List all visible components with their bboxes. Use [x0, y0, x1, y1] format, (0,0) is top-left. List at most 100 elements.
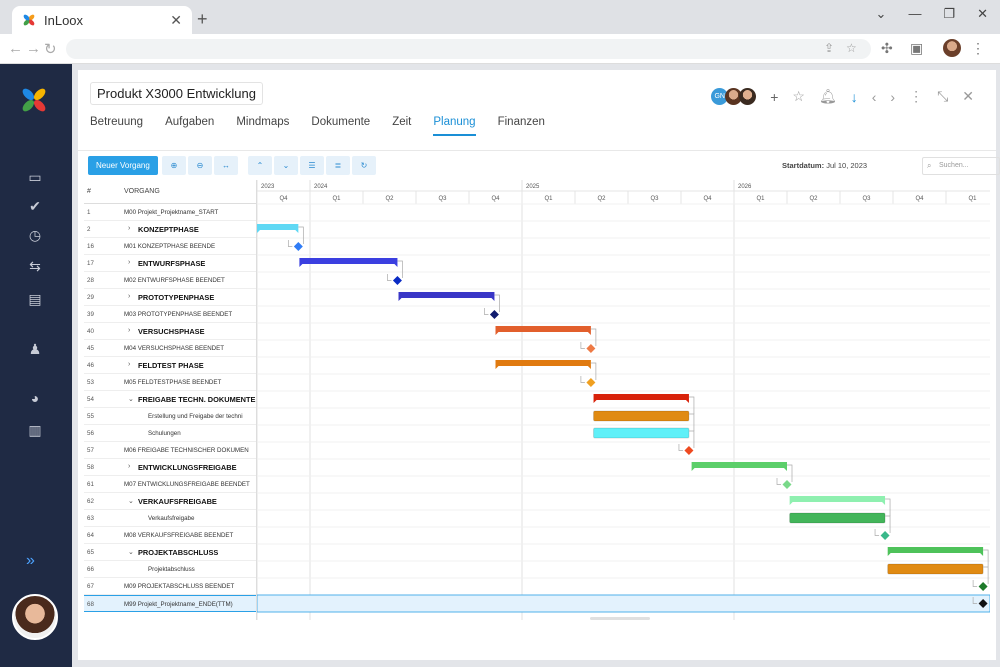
task-row[interactable]: 56 Schulungen [84, 425, 256, 442]
contacts-icon[interactable]: ▤ [27, 291, 43, 307]
url-input[interactable] [66, 39, 871, 59]
chevron-down-icon[interactable]: ⌄ [128, 395, 134, 403]
task-row[interactable]: 2 › KONZEPTPHASE [84, 221, 256, 238]
expand-all-icon[interactable]: ⌄ [274, 156, 298, 175]
new-task-button[interactable]: Neuer Vorgang [88, 156, 158, 175]
task-row[interactable]: 67 M09 PROJEKTABSCHLUSS BEENDET [84, 578, 256, 595]
task-bar[interactable] [789, 512, 886, 524]
browser-profile-avatar[interactable] [943, 39, 961, 57]
indent-icon[interactable]: ≣ [326, 156, 350, 175]
task-row[interactable]: 17 › ENTWURFSPHASE [84, 255, 256, 272]
fit-width-icon[interactable]: ↔ [214, 156, 238, 175]
collapse-icon[interactable]: ⤡ [937, 88, 948, 105]
summary-bar-caps[interactable] [789, 502, 886, 505]
sidepanel-icon[interactable]: ▣ [910, 40, 923, 57]
pie-chart-icon[interactable]: ◕ [27, 390, 43, 406]
milestone-marker[interactable] [586, 378, 596, 387]
summary-bar-caps[interactable] [495, 366, 591, 369]
task-row[interactable]: 57 M06 FREIGABE TECHNISCHER DOKUMEN [84, 442, 256, 459]
more-vertical-icon[interactable]: ⋮ [909, 88, 923, 105]
chevron-left-icon[interactable]: ‹ [872, 89, 877, 105]
task-row[interactable]: 55 Erstellung und Freigabe der techni [84, 408, 256, 425]
back-icon[interactable]: ← [8, 40, 23, 57]
task-row[interactable]: 58 › ENTWICKLUNGSFREIGABE [84, 459, 256, 476]
close-icon[interactable]: ✕ [170, 12, 182, 29]
summary-bar[interactable] [299, 258, 398, 264]
forward-icon[interactable]: → [26, 40, 41, 57]
chevron-right-icon[interactable]: › [890, 89, 895, 105]
sync-icon[interactable]: ⇆ [27, 258, 43, 274]
milestone-marker[interactable] [489, 310, 499, 319]
milestone-marker[interactable] [978, 582, 988, 591]
person-icon[interactable]: ♟ [27, 341, 43, 357]
close-window-icon[interactable]: ✕ [977, 6, 988, 22]
task-row[interactable]: 62 ⌄ VERKAUFSFREIGABE [84, 493, 256, 510]
summary-bar[interactable] [593, 394, 689, 400]
column-number[interactable]: # [87, 188, 91, 195]
bell-icon[interactable]: 🔔︎ [819, 88, 837, 105]
expand-sidebar-icon[interactable]: » [26, 552, 35, 570]
outdent-icon[interactable]: ☰ [300, 156, 324, 175]
tab-dokumente[interactable]: Dokumente [311, 116, 370, 136]
browser-tab[interactable]: InLoox ✕ [12, 6, 192, 34]
check-circle-icon[interactable]: ✔ [27, 198, 43, 214]
task-row[interactable]: 65 ⌄ PROJEKTABSCHLUSS [84, 544, 256, 561]
task-row[interactable]: 40 › VERSUCHSPHASE [84, 323, 256, 340]
summary-bar-caps[interactable] [495, 332, 591, 335]
clock-icon[interactable]: ◷ [27, 227, 43, 243]
minimize-icon[interactable]: — [908, 6, 921, 22]
member-avatar[interactable] [739, 88, 757, 105]
tab-zeit[interactable]: Zeit [392, 116, 411, 136]
task-row[interactable]: 46 › FELDTEST PHASE [84, 357, 256, 374]
chevron-down-icon[interactable]: ⌄ [876, 6, 887, 22]
milestone-marker[interactable] [782, 480, 792, 489]
task-bar[interactable] [887, 563, 984, 575]
summary-bar[interactable] [257, 224, 299, 230]
task-row[interactable]: 16 M01 KONZEPTPHASE BEENDE [84, 238, 256, 255]
add-icon[interactable]: + [770, 89, 778, 105]
summary-bar[interactable] [789, 496, 886, 502]
chevron-right-icon[interactable]: › [128, 259, 130, 266]
task-row[interactable]: 45 M04 VERSUCHSPHASE BEENDET [84, 340, 256, 357]
extensions-icon[interactable]: ✣ [881, 40, 893, 57]
task-row[interactable]: 54 ⌄ FREIGABE TECHN. DOKUMENTE [84, 391, 256, 408]
milestone-marker[interactable] [586, 344, 596, 353]
bookmark-star-icon[interactable]: ☆ [846, 41, 857, 55]
download-arrow-icon[interactable]: ↓ [851, 89, 858, 105]
refresh-icon[interactable]: ↻ [352, 156, 376, 175]
task-row[interactable]: 68 M99 Projekt_Projektname_ENDE(TTM) [84, 595, 256, 612]
chevron-right-icon[interactable]: › [128, 225, 130, 232]
task-row[interactable]: 1 M00 Projekt_Projektname_START [84, 204, 256, 221]
user-avatar[interactable] [12, 594, 58, 640]
summary-bar-caps[interactable] [887, 553, 984, 556]
milestone-marker[interactable] [684, 446, 694, 455]
horizontal-scrollbar[interactable] [590, 617, 650, 620]
chevron-right-icon[interactable]: › [128, 361, 130, 368]
zoom-in-icon[interactable]: ⊕ [162, 156, 186, 175]
summary-bar[interactable] [495, 360, 591, 366]
tab-planung[interactable]: Planung [433, 116, 476, 136]
task-bar[interactable] [593, 427, 690, 439]
inbox-icon[interactable]: ▭ [27, 169, 43, 185]
chevron-down-icon[interactable]: ⌄ [128, 548, 134, 556]
chevron-right-icon[interactable]: › [128, 463, 130, 470]
tab-mindmaps[interactable]: Mindmaps [236, 116, 289, 136]
task-row[interactable]: 29 › PROTOTYPENPHASE [84, 289, 256, 306]
task-row[interactable]: 61 M07 ENTWICKLUNGSFREIGABE BEENDET [84, 476, 256, 493]
tab-betreuung[interactable]: Betreuung [90, 116, 143, 136]
tab-finanzen[interactable]: Finanzen [498, 116, 545, 136]
summary-bar[interactable] [495, 326, 591, 332]
summary-bar-caps[interactable] [593, 400, 689, 403]
summary-bar[interactable] [398, 292, 495, 298]
zoom-out-icon[interactable]: ⊖ [188, 156, 212, 175]
restore-icon[interactable]: ❐ [943, 6, 955, 22]
summary-bar-caps[interactable] [398, 298, 495, 301]
summary-bar-caps[interactable] [257, 230, 299, 233]
task-row[interactable]: 63 Verkaufsfreigabe [84, 510, 256, 527]
project-title[interactable]: Produkt X3000 Entwicklung [90, 82, 263, 105]
chevron-right-icon[interactable]: › [128, 327, 130, 334]
tab-aufgaben[interactable]: Aufgaben [165, 116, 214, 136]
milestone-marker[interactable] [293, 242, 303, 251]
summary-bar-caps[interactable] [299, 264, 398, 267]
task-row[interactable]: 53 M05 FELDTESTPHASE BEENDET [84, 374, 256, 391]
